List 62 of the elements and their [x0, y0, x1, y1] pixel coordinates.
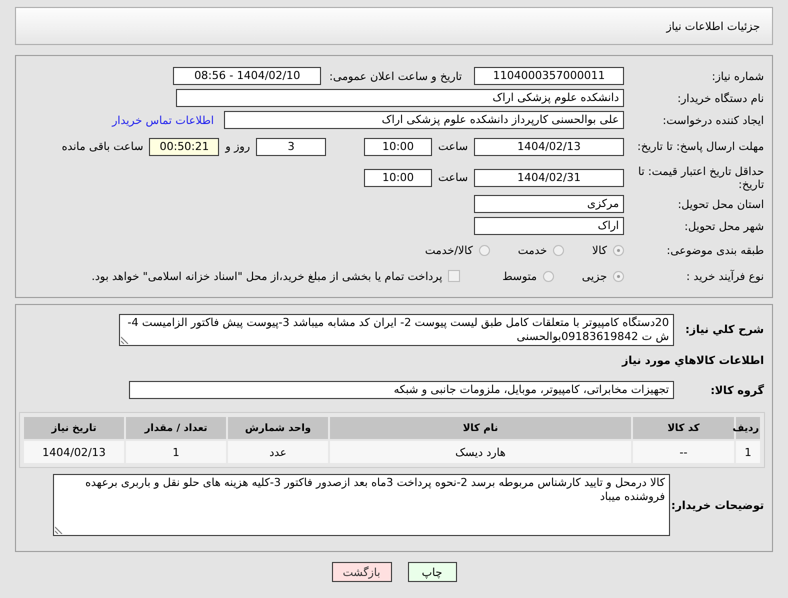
- back-button[interactable]: بازگشت: [332, 562, 392, 582]
- field-text: ساعت باقی مانده: [62, 140, 144, 153]
- field-text: تاریخ و ساعت اعلان عمومی:: [329, 70, 462, 82]
- radio-button[interactable]: [613, 244, 624, 256]
- table-cell: عدد: [228, 441, 328, 463]
- value-field: دانشکده علوم پزشکی اراک: [176, 89, 624, 107]
- field-label: ایجاد کننده درخواست:: [662, 114, 765, 126]
- option-label: متوسط: [502, 270, 537, 282]
- value-field: 1104000357000011: [474, 67, 624, 85]
- value-field: مرکزی: [474, 195, 624, 213]
- value-field: علی بوالحسنی کارپرداز دانشکده علوم پزشکی اراک: [224, 111, 624, 129]
- value-field: 1404/02/31: [474, 168, 624, 186]
- value-field: تجهیزات مخابراتی، کامپیوتر، موبایل، ملزومات جانبی و شبکه: [129, 381, 674, 399]
- column-header: تعداد / مقدار: [126, 417, 226, 439]
- value-field: 00:50:21: [149, 138, 220, 156]
- radio-button[interactable]: [613, 270, 624, 282]
- table-cell: 1: [126, 441, 226, 463]
- text-area[interactable]: کالا درمحل و تایید کارشناس مربوطه برسد 2-نحوه پرداخت 3ماه بعد ازصدور فاکتور 3-کلیه هزینه های حلو نقل و باربری برعهده فروشنده میباد: [53, 474, 670, 536]
- column-header: واحد شمارش: [228, 417, 328, 439]
- checkbox-label: پرداخت تمام یا بخشی از مبلغ خرید،از محل "اسناد خزانه اسلامی" خواهد بود.: [92, 270, 442, 282]
- value-field: 1404/02/13: [474, 138, 624, 156]
- option-label: کالا/خدمت: [425, 244, 473, 256]
- field-label: استان محل تحویل:: [676, 198, 765, 210]
- value-field: اراک: [474, 217, 624, 235]
- radio-button[interactable]: [478, 244, 490, 256]
- radio-button[interactable]: [553, 244, 564, 256]
- value-field: 10:00: [364, 138, 432, 156]
- checkbox[interactable]: [448, 270, 460, 282]
- option-label: جزیی: [582, 270, 607, 282]
- field-label: شرح کلي نياز:: [684, 322, 765, 336]
- resize-grip-icon[interactable]: [55, 526, 63, 534]
- field-label: طبقه بندی موضوعی:: [666, 244, 765, 256]
- radio-button[interactable]: [542, 270, 554, 282]
- option-label: خدمت: [518, 244, 548, 256]
- table-cell: 1404/02/13: [24, 441, 124, 463]
- resize-grip-icon[interactable]: [121, 336, 129, 344]
- value-field: 1404/02/10 - 08:56: [173, 67, 322, 85]
- field-text: ساعت: [438, 140, 468, 153]
- field-text: ساعت: [438, 171, 468, 184]
- text-area[interactable]: 20دستگاه کامپیوتر با متعلقات کامل طبق لیست پیوست 2- ایران کد مشابه میباشد 3-پیوست پیش فاکتور الزامیست 4-ش ت 09183619842بوالحسنی: [119, 314, 674, 346]
- field-label: نوع فرآیند خرید :: [685, 270, 765, 282]
- field-label: توضیحات خریدار:: [674, 498, 765, 512]
- option-label: کالا: [592, 244, 607, 256]
- column-header: تاریخ نیاز: [24, 417, 124, 439]
- field-label: نام دستگاه خریدار:: [676, 92, 765, 104]
- section-heading: اطلاعات كالاهاي مورد نياز: [620, 354, 764, 369]
- field-label: شهر محل تحویل:: [683, 220, 765, 232]
- column-header: نام کالا: [330, 417, 631, 439]
- table-cell: هارد دیسک: [330, 441, 631, 463]
- field-label: شماره نیاز:: [710, 70, 765, 82]
- field-label: حداقل تاریخ اعتبار قیمت: تا تاریخ:: [637, 164, 765, 190]
- table-cell: 1: [736, 441, 760, 463]
- value-field: 10:00: [364, 168, 432, 186]
- field-text: روز و: [225, 140, 250, 153]
- table-cell: --: [633, 441, 734, 463]
- field-label: گروه کالا:: [709, 384, 765, 396]
- print-button[interactable]: چاپ: [408, 562, 456, 582]
- value-field: 3: [256, 138, 326, 156]
- field-label: مهلت ارسال پاسخ: تا تاریخ:: [636, 140, 765, 153]
- contact-link[interactable]: اطلاعات تماس خریدار: [112, 114, 214, 126]
- page-title: جزئیات اطلاعات نیاز: [666, 20, 760, 32]
- column-header: کد کالا: [633, 417, 734, 439]
